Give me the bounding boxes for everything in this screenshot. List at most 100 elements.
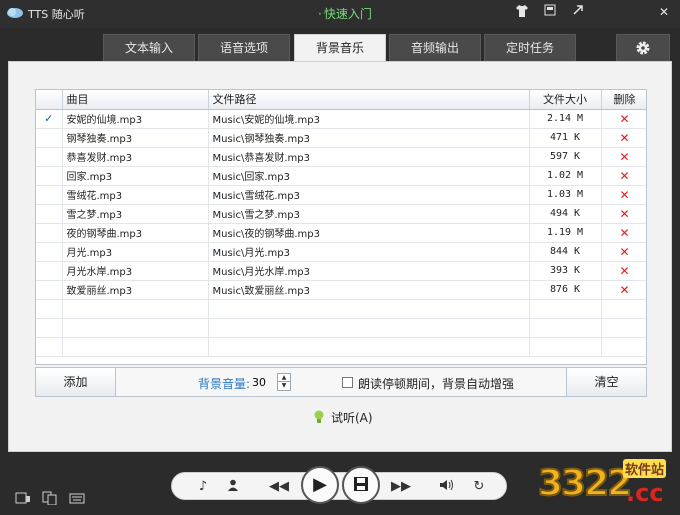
column-header-delete[interactable]: 删除 (601, 90, 646, 110)
cloud-logo-icon (7, 8, 23, 18)
empty-cell (529, 318, 602, 338)
empty-row (36, 337, 646, 357)
play-mark (36, 128, 63, 148)
volume-icon[interactable] (434, 473, 460, 501)
player-bar: ♪ ◀◀ ▶▶ ↻ (171, 472, 507, 500)
stepper-up-icon[interactable]: ▲ (278, 374, 290, 382)
play-mark (36, 185, 63, 205)
track-title: 月光水岸.mp3 (62, 261, 209, 281)
column-header-path[interactable]: 文件路径 (208, 90, 530, 110)
tab-text-input[interactable]: 文本输入 (103, 34, 195, 61)
tab-background-music[interactable]: 背景音乐 (294, 34, 386, 62)
delete-icon[interactable]: ✕ (601, 261, 646, 281)
table-row[interactable]: 夜的钢琴曲.mp3 Music\夜的钢琴曲.mp3 1.19 M ✕ (36, 223, 646, 243)
music-controls-bar: 添加 背景音量: ▲ ▼ 朗读停顿期间，背景自动增强 清空 (35, 367, 647, 397)
clear-button[interactable]: 清空 (566, 368, 646, 396)
track-path: Music\致爱丽丝.mp3 (208, 280, 530, 300)
track-path: Music\月光.mp3 (208, 242, 530, 262)
delete-icon[interactable]: ✕ (601, 185, 646, 205)
track-path: Music\月光水岸.mp3 (208, 261, 530, 281)
bullet-icon: · (318, 7, 322, 21)
fast-forward-icon[interactable]: ▶▶ (386, 473, 416, 501)
rewind-icon[interactable]: ◀◀ (264, 473, 294, 501)
keyboard-icon[interactable] (69, 491, 85, 505)
table-row[interactable]: 雪绒花.mp3 Music\雪绒花.mp3 1.03 M ✕ (36, 185, 646, 205)
preview-label: 试听(A) (331, 411, 373, 425)
volume-label: 背景音量: (198, 377, 251, 391)
table-row[interactable]: 钢琴独奏.mp3 Music\钢琴独奏.mp3 471 K ✕ (36, 128, 646, 148)
watermark-site: 软件站 (623, 459, 667, 478)
watermark-number: 3322 (537, 462, 633, 505)
empty-cell (36, 318, 63, 338)
table-row[interactable]: 月光.mp3 Music\月光.mp3 844 K ✕ (36, 242, 646, 262)
delete-icon[interactable]: ✕ (601, 204, 646, 224)
empty-cell (601, 337, 646, 357)
repeat-icon[interactable]: ↻ (466, 473, 492, 501)
table-row[interactable]: 致爱丽丝.mp3 Music\致爱丽丝.mp3 876 K ✕ (36, 280, 646, 300)
watermark-logo: 3322 软件站 .cc (528, 453, 680, 515)
delete-icon[interactable]: ✕ (601, 109, 646, 129)
speaker-person-icon[interactable] (222, 473, 244, 501)
document-icon[interactable] (15, 491, 31, 505)
column-header-title[interactable]: 曲目 (62, 90, 209, 110)
table-row[interactable]: ✓ 安妮的仙境.mp3 Music\安妮的仙境.mp3 2.14 M ✕ (36, 109, 646, 129)
volume-input[interactable] (252, 374, 276, 391)
track-title: 致爱丽丝.mp3 (62, 280, 209, 300)
track-title: 回家.mp3 (62, 166, 209, 186)
quick-start-link[interactable]: · 快速入门 (318, 5, 372, 22)
tab-scheduled-tasks[interactable]: 定时任务 (484, 34, 576, 61)
play-mark (36, 166, 63, 186)
track-title: 月光.mp3 (62, 242, 209, 262)
table-row[interactable]: 恭喜发财.mp3 Music\恭喜发财.mp3 597 K ✕ (36, 147, 646, 167)
track-path: Music\夜的钢琴曲.mp3 (208, 223, 530, 243)
play-button[interactable]: ▶ (301, 466, 339, 504)
music-table: 曲目 文件路径 文件大小 删除 ✓ 安妮的仙境.mp3 Music\安妮的仙境.mp… (36, 90, 646, 357)
volume-stepper[interactable]: ▲ ▼ (277, 373, 291, 391)
table-row[interactable]: 雪之梦.mp3 Music\雪之梦.mp3 494 K ✕ (36, 204, 646, 224)
empty-cell (208, 318, 530, 338)
delete-icon[interactable]: ✕ (601, 128, 646, 148)
empty-row (36, 318, 646, 338)
table-row[interactable]: 回家.mp3 Music\回家.mp3 1.02 M ✕ (36, 166, 646, 186)
close-icon[interactable]: ✕ (656, 4, 672, 20)
track-title: 雪之梦.mp3 (62, 204, 209, 224)
copy-icon[interactable] (42, 491, 58, 506)
music-voice-icon[interactable]: ♪ (190, 473, 216, 501)
auto-boost-checkbox[interactable] (342, 377, 353, 388)
track-size: 1.19 M (529, 223, 602, 243)
delete-icon[interactable]: ✕ (601, 223, 646, 243)
save-button[interactable] (342, 466, 380, 504)
empty-cell (36, 299, 63, 319)
music-list[interactable]: 曲目 文件路径 文件大小 删除 ✓ 安妮的仙境.mp3 Music\安妮的仙境.mp… (35, 89, 647, 365)
empty-cell (62, 318, 209, 338)
stepper-down-icon[interactable]: ▼ (278, 382, 290, 390)
tab-audio-output[interactable]: 音频输出 (389, 34, 481, 61)
background-music-panel: 曲目 文件路径 文件大小 删除 ✓ 安妮的仙境.mp3 Music\安妮的仙境.mp… (8, 61, 672, 452)
empty-cell (208, 337, 530, 357)
tab-voice-options[interactable]: 语音选项 (198, 34, 290, 61)
table-row[interactable]: 月光水岸.mp3 Music\月光水岸.mp3 393 K ✕ (36, 261, 646, 281)
add-button[interactable]: 添加 (36, 368, 116, 396)
delete-icon[interactable]: ✕ (601, 147, 646, 167)
track-title: 雪绒花.mp3 (62, 185, 209, 205)
delete-icon[interactable]: ✕ (601, 242, 646, 262)
empty-row (36, 299, 646, 319)
empty-cell (529, 337, 602, 357)
track-path: Music\回家.mp3 (208, 166, 530, 186)
track-title: 安妮的仙境.mp3 (62, 109, 209, 129)
column-header-size[interactable]: 文件大小 (529, 90, 602, 110)
shirt-icon[interactable] (514, 4, 530, 20)
restore-icon[interactable] (570, 4, 586, 20)
track-size: 494 K (529, 204, 602, 224)
play-mark: ✓ (36, 109, 63, 129)
preview-button[interactable]: 试听(A) (313, 409, 373, 427)
minimize-box-icon[interactable] (542, 4, 558, 20)
gear-icon (636, 41, 650, 55)
delete-icon[interactable]: ✕ (601, 280, 646, 300)
track-size: 597 K (529, 147, 602, 167)
delete-icon[interactable]: ✕ (601, 166, 646, 186)
track-path: Music\雪之梦.mp3 (208, 204, 530, 224)
tab-bar: 文本输入 语音选项 背景音乐 音频输出 定时任务 (0, 34, 680, 62)
settings-button[interactable] (616, 34, 670, 61)
column-header-mark[interactable] (36, 90, 63, 110)
